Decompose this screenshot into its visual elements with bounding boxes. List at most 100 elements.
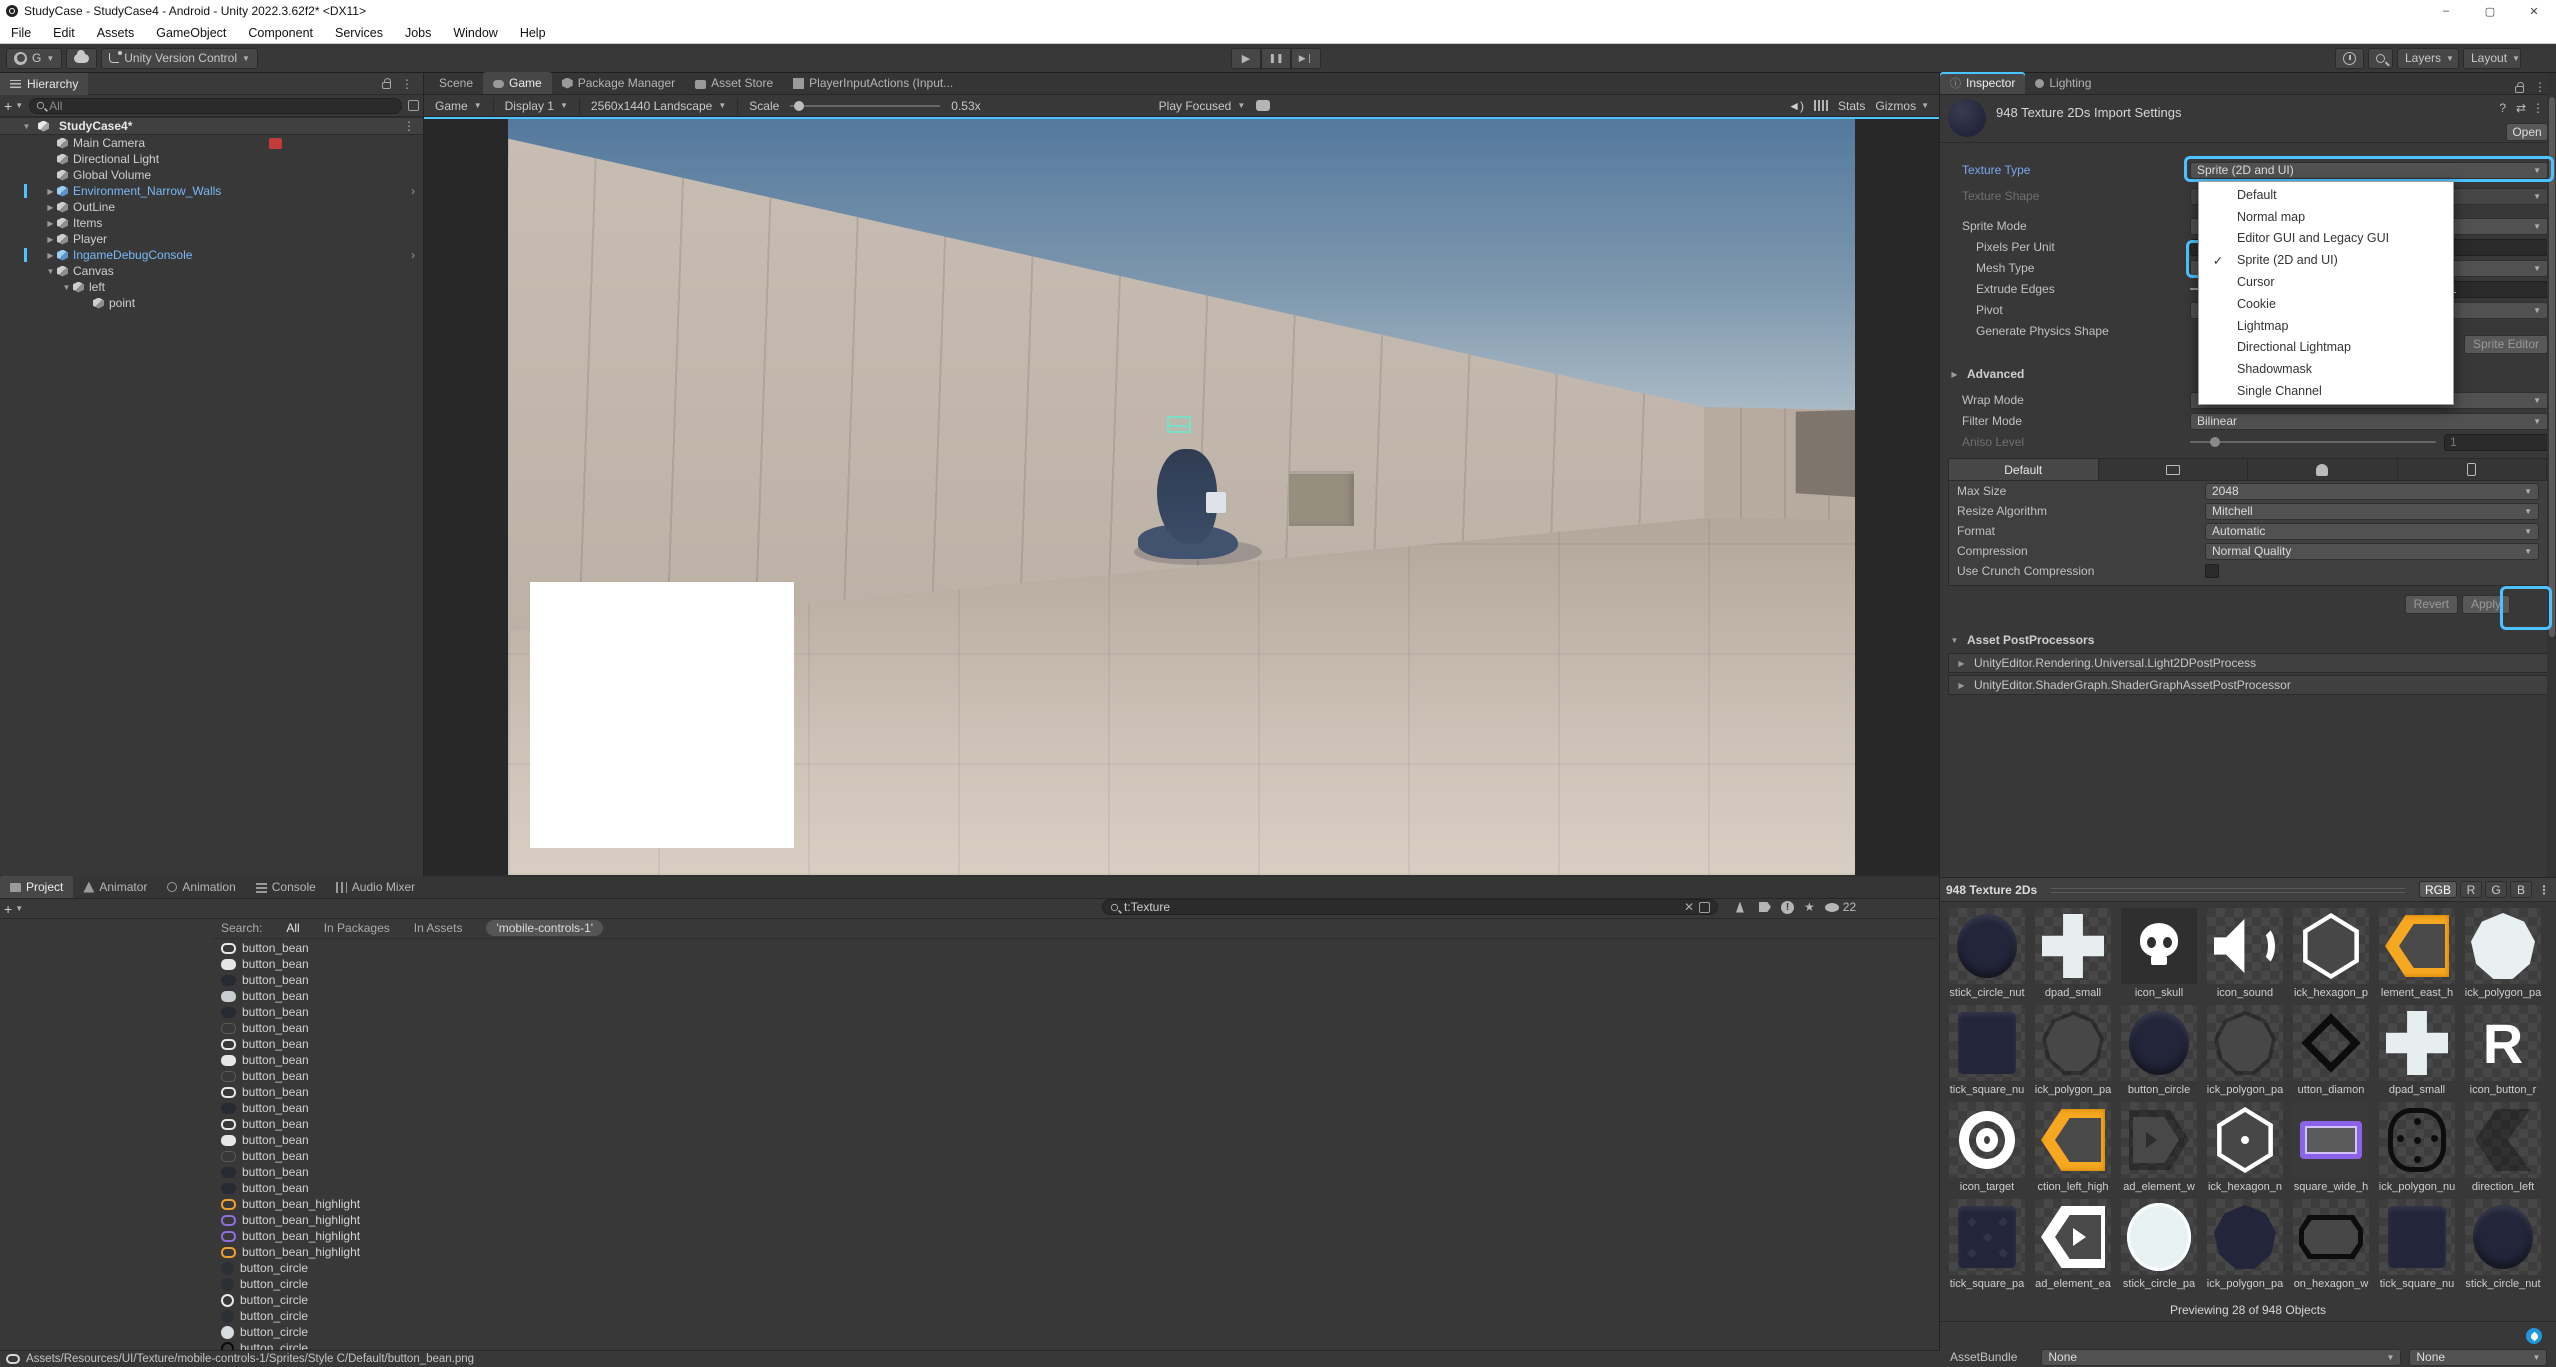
texture-type-dropdown[interactable]: Sprite (2D and UI)▼ [2190, 162, 2548, 179]
texture-thumbnail-cell[interactable]: tick_square_nu [1944, 1005, 2030, 1102]
texture-thumbnail-cell[interactable]: ick_polygon_pa [2202, 1005, 2288, 1102]
channel-button[interactable]: B [2510, 881, 2532, 898]
texture-thumbnail[interactable] [2379, 1199, 2455, 1275]
texture-thumbnail[interactable] [2379, 1005, 2455, 1081]
texture-thumbnail[interactable] [2035, 1199, 2111, 1275]
tab-inspector[interactable]: ⓘ Inspector [1940, 72, 2025, 94]
asset-row[interactable]: button_circle [213, 1308, 1940, 1324]
sprite-editor-button[interactable]: Sprite Editor [2464, 335, 2548, 354]
asset-name[interactable]: button_bean_highlight [242, 1229, 360, 1243]
asset-row[interactable]: button_bean [213, 940, 1940, 956]
texture-thumbnail[interactable] [2035, 908, 2111, 984]
asset-row[interactable]: button_bean_highlight [213, 1244, 1940, 1260]
texture-thumbnail[interactable] [2379, 908, 2455, 984]
asset-row[interactable]: button_bean [213, 1116, 1940, 1132]
menu-option[interactable]: Shadowmask [2199, 358, 2453, 380]
platform-tab-default[interactable]: Default [1949, 459, 2099, 480]
view-tab[interactable]: Asset Store [685, 72, 783, 94]
kebab-menu-icon[interactable]: ⋮ [401, 77, 413, 91]
scale-slider[interactable] [790, 105, 940, 107]
chevron-right-icon[interactable]: › [411, 248, 415, 262]
asset-name[interactable]: button_bean [242, 973, 309, 987]
help-icon[interactable]: ? [2499, 101, 2506, 115]
display-dropdown[interactable]: Display 1▼ [498, 97, 575, 115]
scrollbar-thumb[interactable] [2549, 97, 2555, 637]
kebab-menu-icon[interactable]: ⋮ [2534, 80, 2546, 94]
asset-name[interactable]: button_bean [242, 1069, 309, 1083]
hierarchy-row[interactable]: point [0, 295, 423, 311]
menu-item[interactable]: File [0, 26, 42, 40]
asset-row[interactable]: button_bean [213, 972, 1940, 988]
hierarchy-row[interactable]: ▼ Canvas [0, 263, 423, 279]
foldout-arrow[interactable]: ▶ [1948, 370, 1961, 379]
platform-tab-ios[interactable] [2398, 459, 2548, 480]
step-button[interactable]: ▶❘ [1291, 48, 1321, 69]
revert-button[interactable]: Revert [2405, 595, 2458, 614]
format-dropdown[interactable]: Automatic▼ [2205, 523, 2539, 540]
advanced-foldout[interactable]: Advanced [1967, 367, 2024, 381]
texture-thumbnail[interactable] [2465, 908, 2541, 984]
favorites-star-icon[interactable]: ★ [1804, 900, 1815, 914]
texture-thumbnail-cell[interactable]: icon_skull [2116, 908, 2202, 1005]
bottom-tab[interactable]: Animator [73, 876, 157, 898]
menu-item[interactable]: Services [324, 26, 394, 40]
texture-thumbnail[interactable] [2121, 1199, 2197, 1275]
gameobject-name[interactable]: Player [73, 232, 107, 246]
hierarchy-row[interactable]: Main Camera [0, 135, 423, 151]
hierarchy-row[interactable]: ▶ OutLine [0, 199, 423, 215]
gizmos-dropdown[interactable]: Gizmos▼ [1875, 99, 1929, 113]
texture-thumbnail[interactable] [1949, 1199, 2025, 1275]
platform-tab-android[interactable] [2248, 459, 2398, 480]
visibility-toggle[interactable]: 22 [1825, 900, 1856, 914]
filter-mode-dropdown[interactable]: Bilinear▼ [2190, 413, 2548, 430]
texture-thumbnail-cell[interactable]: ad_element_ea [2030, 1199, 2116, 1296]
gameobject-name[interactable]: OutLine [73, 200, 115, 214]
asset-name[interactable]: button_bean_highlight [242, 1213, 360, 1227]
foldout-arrow[interactable]: ▼ [1948, 636, 1961, 645]
menu-option[interactable]: ✓ Sprite (2D and UI) [2199, 249, 2453, 271]
texture-thumbnail[interactable] [2121, 908, 2197, 984]
use-crunch-compression-checkbox[interactable] [2205, 564, 2219, 578]
scale-slider-knob[interactable] [794, 101, 804, 111]
asset-row[interactable]: button_bean_highlight [213, 1196, 1940, 1212]
texture-thumbnail[interactable] [2293, 1199, 2369, 1275]
texture-thumbnail[interactable] [1949, 908, 2025, 984]
menu-option[interactable]: Lightmap [2199, 315, 2453, 337]
hierarchy-row[interactable]: ▶ Environment_Narrow_Walls › [0, 183, 423, 199]
scene-header-row[interactable]: ▼ StudyCase4* ⋮ [0, 117, 423, 135]
bottom-tab[interactable]: Animation [157, 876, 245, 898]
play-focused-dropdown[interactable]: Play Focused▼ [1152, 97, 1253, 115]
bottom-tab[interactable]: Project [0, 876, 73, 898]
alert-icon[interactable]: ! [1781, 901, 1794, 914]
menu-option[interactable]: Single Channel [2199, 380, 2453, 402]
texture-thumbnail-cell[interactable]: direction_left [2460, 1102, 2546, 1199]
texture-thumbnail-cell[interactable]: dpad_small [2374, 1005, 2460, 1102]
chevron-right-icon[interactable]: › [411, 184, 415, 198]
gameobject-name[interactable]: IngameDebugConsole [73, 248, 192, 262]
compression-dropdown[interactable]: Normal Quality▼ [2205, 543, 2539, 560]
asset-row[interactable]: button_bean_highlight [213, 1228, 1940, 1244]
texture-thumbnail[interactable] [1949, 1005, 2025, 1081]
channel-button[interactable]: R [2460, 881, 2482, 898]
asset-row[interactable]: button_circle [213, 1276, 1940, 1292]
vsync-grid-icon[interactable] [1814, 100, 1828, 111]
hierarchy-row[interactable]: Global Volume [0, 167, 423, 183]
texture-thumbnail-cell[interactable]: R icon_button_r [2460, 1005, 2546, 1102]
drag-handle-lines[interactable] [2051, 887, 2405, 893]
menu-option[interactable]: Editor GUI and Legacy GUI [2199, 228, 2453, 250]
search-button[interactable] [2368, 48, 2393, 69]
menu-item[interactable]: Help [509, 26, 557, 40]
minimize-button[interactable]: – [2424, 0, 2468, 22]
texture-thumbnail-cell[interactable]: ick_hexagon_n [2202, 1102, 2288, 1199]
clear-search-icon[interactable]: ✕ [1684, 900, 1694, 914]
scope-in-assets[interactable]: In Assets [414, 921, 463, 935]
view-tab[interactable]: Game [483, 72, 552, 94]
asset-row[interactable]: button_bean [213, 1068, 1940, 1084]
asset-name[interactable]: button_bean [242, 1021, 309, 1035]
texture-thumbnail-cell[interactable]: ick_polygon_pa [2202, 1199, 2288, 1296]
texture-thumbnail-cell[interactable]: button_circle [2116, 1005, 2202, 1102]
kebab-menu-icon[interactable]: ⋮ [2538, 883, 2550, 897]
create-add-button[interactable]: + ▼ [4, 98, 23, 114]
audio-mute-icon[interactable]: ◄) [1788, 99, 1804, 113]
filter-by-type-icon[interactable] [1736, 902, 1749, 913]
